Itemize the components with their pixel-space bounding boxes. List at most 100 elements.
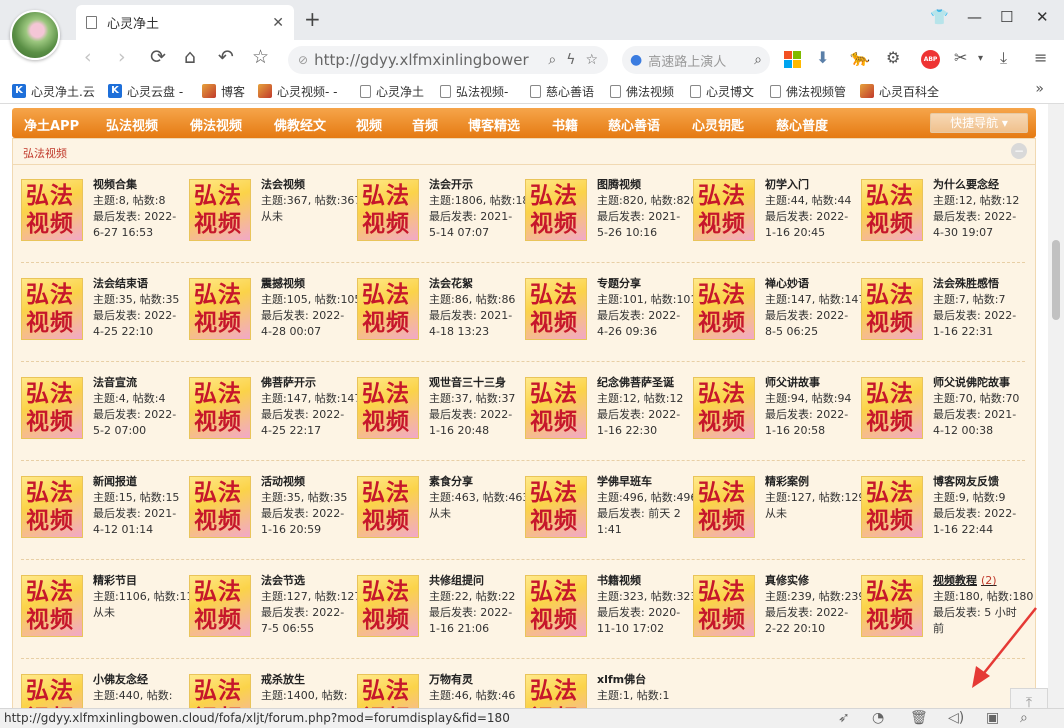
forum-name[interactable]: 精彩节目 [93, 574, 137, 587]
home-icon[interactable]: ⌂ [184, 46, 196, 68]
last-post[interactable]: 最后发表: 2022-4-25 22:10 [93, 308, 183, 340]
forum-card[interactable]: 弘法 视频 博客网友反馈 主题:9, 帖数:9 最后发表: 2022-1-16 22:4… [853, 464, 1021, 554]
forum-name-link[interactable]: 法会结束语 [93, 276, 183, 292]
forum-thumbnail[interactable]: 弘法视频 [693, 179, 755, 241]
adblock-icon[interactable]: ABP [921, 50, 940, 69]
bookmark-item[interactable]: 佛法视频 [610, 82, 674, 100]
forum-thumbnail[interactable]: 弘法视频 [525, 278, 587, 340]
forum-name-link[interactable]: 新闻报道 [93, 474, 183, 490]
back-to-top-button[interactable]: ⤒ [1010, 688, 1048, 708]
last-post[interactable]: 最后发表: 2022-7-5 06:55 [261, 605, 351, 637]
last-post[interactable]: 从未 [429, 506, 519, 522]
bookmark-item[interactable]: K 心灵净土.云 [12, 82, 95, 100]
last-post[interactable]: 从未 [261, 209, 351, 225]
forum-thumbnail[interactable]: 弘法视频 [189, 476, 251, 538]
forum-card[interactable]: 弘法视频精彩节目主题:1106, 帖数:1106从未 [13, 563, 207, 653]
last-post[interactable]: 最后发表: 2022-8-5 06:25 [765, 308, 855, 340]
forum-name-link[interactable]: 观世音三十三身 [429, 375, 519, 391]
download-arrow-icon[interactable]: ⬇ [816, 48, 829, 67]
forum-card[interactable]: 弘法 视频 活动视频 主题:35, 帖数:35 最后发表: 2022-1-16 20:5… [181, 464, 349, 554]
forum-thumbnail[interactable]: 弘法视频 [693, 575, 755, 637]
forum-card[interactable]: 弘法视频万物有灵主题:46, 帖数:46 [349, 662, 517, 708]
forum-name[interactable]: 学佛早班车 [597, 475, 652, 488]
forum-thumbnail[interactable]: 弘法视频 [693, 278, 755, 340]
forum-name[interactable]: 佛菩萨开示 [261, 376, 316, 389]
forum-name[interactable]: 素食分享 [429, 475, 473, 488]
last-post[interactable]: 最后发表: 2022-4-26 09:36 [597, 308, 687, 340]
forum-name[interactable]: 为什么要念经 [933, 178, 999, 191]
forum-name[interactable]: 法音宣流 [93, 376, 137, 389]
more-bookmarks-icon[interactable]: » [1035, 81, 1044, 97]
last-post[interactable]: 最后发表: 2021-4-12 01:14 [93, 506, 183, 538]
last-post[interactable]: 最后发表: 2021-5-26 10:16 [597, 209, 687, 241]
forum-card[interactable]: 弘法 视频 视频合集 主题:8, 帖数:8 最后发表: 2022-6-27 16:53 [13, 167, 181, 257]
forum-thumbnail[interactable]: 弘法视频 [357, 278, 419, 340]
shirt-skin-icon[interactable]: 👕 [930, 8, 949, 26]
last-post[interactable]: 最后发表: 2022-1-16 20:58 [765, 407, 855, 439]
browser-tab-active[interactable]: 心灵净土 ✕ [76, 5, 294, 40]
forum-card[interactable]: 弘法 视频 法会殊胜感悟 主题:7, 帖数:7 最后发表: 2022-1-16 22:3… [853, 266, 1021, 356]
scrollbar-thumb[interactable] [1052, 240, 1060, 320]
forum-name[interactable]: 法会结束语 [93, 277, 148, 290]
bookmark-item[interactable]: 慈心善语 [530, 82, 594, 100]
forum-name-link[interactable]: 真修实修 [765, 573, 855, 589]
forum-thumbnail[interactable]: 弘法视频 [357, 377, 419, 439]
forum-name-link[interactable]: 共修组提问 [429, 573, 519, 589]
last-post[interactable]: 最后发表: 2021-4-12 00:38 [933, 407, 1023, 439]
downloads-icon[interactable]: ⤓ [1000, 48, 1007, 68]
forum-name-link[interactable]: xlfm佛台 [597, 672, 687, 688]
forum-thumbnail[interactable]: 弘法视频 [189, 377, 251, 439]
bookmark-item[interactable]: 博客 [202, 82, 245, 100]
nav-item[interactable]: 视频 [356, 115, 382, 134]
forum-card[interactable]: 弘法视频法会开示主题:1806, 帖数:1806最后发表: 2021-5-14 … [349, 167, 543, 257]
forum-name[interactable]: 法会花絮 [429, 277, 473, 290]
last-post-time[interactable]: 从未 [93, 606, 115, 619]
forum-thumbnail[interactable]: 弘法视频 [21, 179, 83, 241]
zoom-search-icon[interactable]: ⌕ [548, 52, 556, 68]
forum-card[interactable]: 弘法 视频 初学入门 主题:44, 帖数:44 最后发表: 2022-1-16 20:4… [685, 167, 853, 257]
nav-item[interactable]: 音频 [412, 115, 438, 134]
forum-name[interactable]: 观世音三十三身 [429, 376, 506, 389]
forum-name-link[interactable]: 视频教程 (2) [933, 573, 1023, 589]
forum-thumbnail[interactable]: 弘法视频 [189, 278, 251, 340]
last-post[interactable]: 最后发表: 2022-1-16 20:59 [261, 506, 351, 538]
forum-card[interactable]: 弘法 视频 共修组提问 主题:22, 帖数:22 最后发表: 2022-1-16 21:… [349, 563, 517, 653]
forum-name[interactable]: 书籍视频 [597, 574, 641, 587]
forum-name[interactable]: xlfm佛台 [597, 673, 646, 686]
forum-card[interactable]: 弘法视频戒杀放生主题:1400, 帖数: [181, 662, 349, 708]
forum-name-link[interactable]: 师父说佛陀故事 [933, 375, 1023, 391]
extension-icon[interactable]: ⚙ [886, 48, 900, 67]
last-post[interactable]: 最后发表: 2022-1-16 22:31 [933, 308, 1023, 340]
last-post[interactable]: 最后发表: 2022-4-30 19:07 [933, 209, 1023, 241]
last-post[interactable]: 最后发表: 2021-4-18 13:23 [429, 308, 519, 340]
forum-name[interactable]: 视频合集 [93, 178, 137, 191]
forum-card[interactable]: 弘法 视频 师父说佛陀故事 主题:70, 帖数:70 最后发表: 2021-4-12 0… [853, 365, 1021, 455]
forum-name[interactable]: 专题分享 [597, 277, 641, 290]
forum-name-link[interactable]: 精彩案例 [765, 474, 855, 490]
search-engine-icon[interactable]: ● [630, 52, 642, 68]
bookmark-item[interactable]: K 心灵云盘 - [108, 82, 183, 100]
forum-name-link[interactable]: 活动视频 [261, 474, 351, 490]
last-post[interactable]: 从未 [93, 605, 183, 621]
nav-item[interactable]: 慈心善语 [608, 115, 660, 134]
forum-thumbnail[interactable]: 弘法视频 [357, 575, 419, 637]
forum-thumbnail[interactable]: 弘法视频 [21, 278, 83, 340]
bookmark-item[interactable]: 心灵净土 [360, 82, 424, 100]
forum-name[interactable]: 博客网友反馈 [933, 475, 999, 488]
forum-card[interactable]: 弘法 视频 书籍视频 主题:323, 帖数:323 最后发表: 2020-11-10 1… [517, 563, 697, 653]
forum-name-link[interactable]: 精彩节目 [93, 573, 183, 589]
forum-card[interactable]: 弘法 视频 新闻报道 主题:15, 帖数:15 最后发表: 2021-4-12 01:1… [13, 464, 181, 554]
forum-thumbnail[interactable]: 弘法视频 [525, 674, 587, 708]
bookmark-star-icon[interactable]: ☆ [252, 46, 269, 68]
forum-name-link[interactable]: 震撼视频 [261, 276, 351, 292]
user-avatar[interactable] [10, 10, 60, 60]
forum-name-link[interactable]: 法会花絮 [429, 276, 519, 292]
bookmark-item[interactable]: 心灵博文 [690, 82, 754, 100]
forum-card[interactable]: 弘法 视频 观世音三十三身 主题:37, 帖数:37 最后发表: 2022-1-16 2… [349, 365, 517, 455]
forum-name-link[interactable]: 法会殊胜感悟 [933, 276, 1023, 292]
forum-thumbnail[interactable]: 弘法视频 [525, 377, 587, 439]
forum-card[interactable]: 弘法 视频 师父讲故事 主题:94, 帖数:94 最后发表: 2022-1-16 20:… [685, 365, 853, 455]
forum-thumbnail[interactable]: 弘法视频 [21, 575, 83, 637]
last-post[interactable]: 最后发表: 2022-5-2 07:00 [93, 407, 183, 439]
forum-name[interactable]: 戒杀放生 [261, 673, 305, 686]
